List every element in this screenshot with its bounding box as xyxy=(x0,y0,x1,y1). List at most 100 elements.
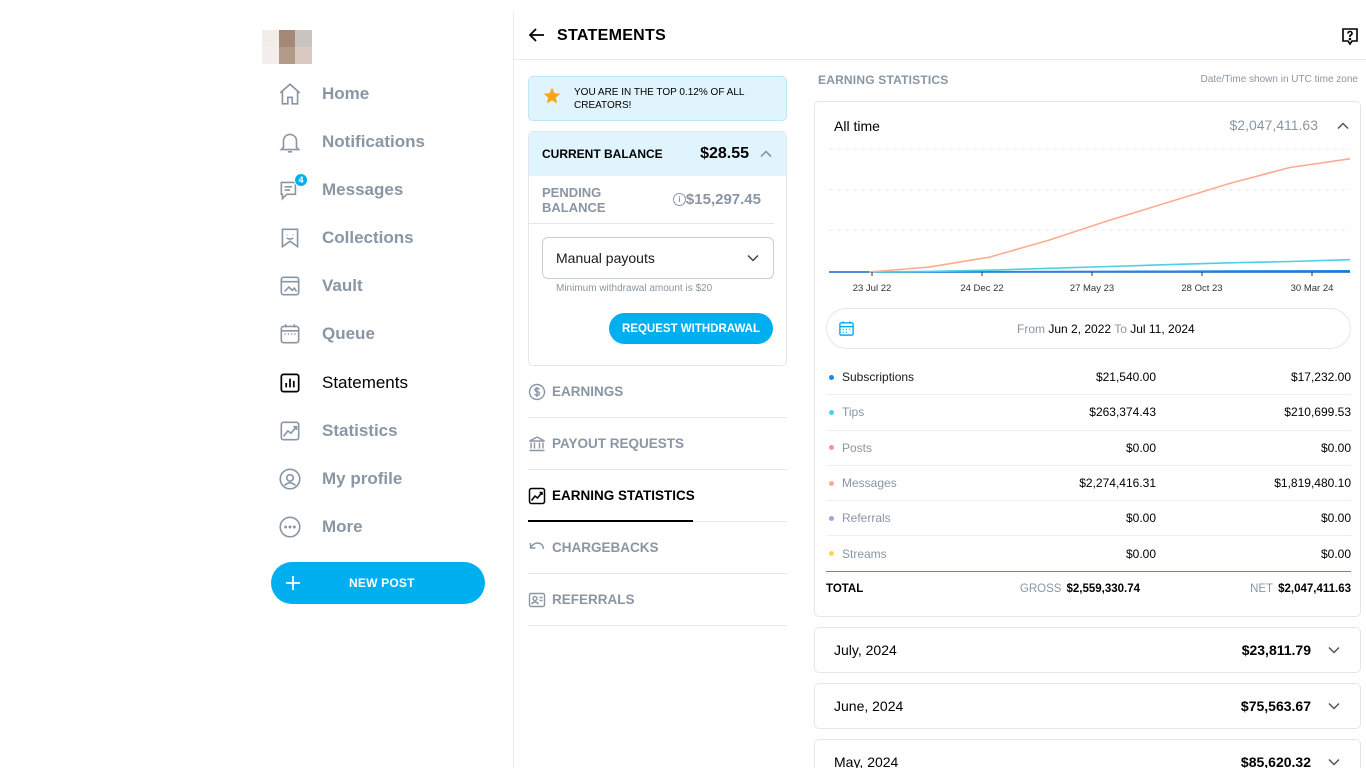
tab-label: PAYOUT REQUESTS xyxy=(552,436,685,451)
sidebar-item-label: Statements xyxy=(322,373,408,392)
page-title: STATEMENTS xyxy=(557,27,667,44)
earnings-row-posts: Posts $0.00 $0.00 xyxy=(826,431,1351,466)
new-post-label: NEW POST xyxy=(349,576,415,590)
sidebar-item-label: Notifications xyxy=(322,132,425,151)
row-name: Posts xyxy=(842,440,873,455)
timezone-note: Date/Time shown in UTC time zone xyxy=(1200,74,1358,85)
payout-mode-value: Manual payouts xyxy=(556,250,655,266)
row-gross: $21,540.00 xyxy=(1095,370,1156,385)
pending-balance-row: PENDING BALANCE i $15,297.45 xyxy=(529,176,774,224)
chart-x-tick-label: 28 Oct 23 xyxy=(1181,283,1222,294)
series-dot xyxy=(829,409,834,415)
row-gross: $0.00 xyxy=(1125,440,1156,455)
image-icon xyxy=(276,272,304,300)
star-icon xyxy=(542,86,562,111)
total-net: NET $2,047,411.63 xyxy=(1250,583,1351,595)
chart-x-tick-label: 27 May 23 xyxy=(1070,283,1114,294)
chevron-down-icon xyxy=(1327,643,1341,657)
earnings-row-streams: Streams $0.00 $0.00 xyxy=(826,536,1351,572)
bookmark-icon xyxy=(276,224,304,252)
current-balance-header[interactable]: CURRENT BALANCE $28.55 xyxy=(529,132,786,176)
total-gross-value: $2,559,330.74 xyxy=(1066,582,1140,595)
period-total: $2,047,411.63 xyxy=(1229,117,1319,133)
sidebar-item-label: My profile xyxy=(322,469,403,488)
info-icon[interactable]: i xyxy=(673,193,686,206)
tab-chargebacks[interactable]: CHARGEBACKS xyxy=(528,522,787,574)
sidebar-item-label: Queue xyxy=(322,324,375,343)
row-net: $0.00 xyxy=(1320,511,1351,526)
sidebar-item-statements[interactable]: Statements xyxy=(276,363,408,403)
tab-earning-statistics[interactable]: EARNING STATISTICS xyxy=(528,470,787,522)
total-gross: GROSS $2,559,330.74 xyxy=(926,583,1140,595)
month-label: May, 2024 xyxy=(834,754,899,768)
trend-icon xyxy=(276,417,304,445)
chevron-up-icon[interactable] xyxy=(1336,119,1350,133)
month-row-may-2024[interactable]: May, 2024 $85,620.32 xyxy=(814,739,1361,768)
sidebar-item-statistics[interactable]: Statistics xyxy=(276,411,398,451)
row-name: Referrals xyxy=(842,511,891,526)
pending-balance-value: $15,297.45 xyxy=(685,191,761,208)
more-icon xyxy=(276,513,304,541)
earnings-breakdown: Subscriptions $21,540.00 $17,232.00 Tips… xyxy=(826,360,1351,606)
payout-mode-select[interactable]: Manual payouts xyxy=(542,237,774,279)
row-gross: $263,374.43 xyxy=(1089,405,1156,420)
chart-x-tick-label: 24 Dec 22 xyxy=(960,283,1003,294)
row-net: $17,232.00 xyxy=(1290,370,1351,385)
tab-label: EARNINGS xyxy=(552,384,624,399)
tab-referrals[interactable]: REFERRALS xyxy=(528,574,787,626)
date-from-label: From xyxy=(1017,321,1045,336)
earnings-row-tips: Tips $263,374.43 $210,699.53 xyxy=(826,395,1351,431)
sidebar-item-label: Collections xyxy=(322,228,414,247)
sidebar-item-more[interactable]: More xyxy=(276,507,363,547)
dollar-circle-icon xyxy=(528,383,546,401)
tab-label: EARNING STATISTICS xyxy=(552,488,695,503)
sidebar-item-collections[interactable]: Collections xyxy=(276,218,414,258)
date-range-picker[interactable]: From Jun 2, 2022 To Jul 11, 2024 xyxy=(826,308,1351,349)
earnings-row-subscriptions: Subscriptions $21,540.00 $17,232.00 xyxy=(826,360,1351,396)
sidebar-item-label: More xyxy=(322,517,363,536)
month-row-june-2024[interactable]: June, 2024 $75,563.67 xyxy=(814,683,1361,729)
tab-label: CHARGEBACKS xyxy=(552,540,659,555)
tab-payout-requests[interactable]: PAYOUT REQUESTS xyxy=(528,418,787,470)
earnings-total-row: TOTAL GROSS $2,559,330.74 NET $2,047,411.6… xyxy=(826,570,1351,606)
sidebar-item-label: Vault xyxy=(322,276,363,295)
chart-x-tick-label: 23 Jul 22 xyxy=(853,283,892,294)
section-title: EARNING STATISTICS xyxy=(818,73,949,87)
new-post-button[interactable]: NEW POST xyxy=(271,562,485,604)
sidebar-item-my-profile[interactable]: My profile xyxy=(276,459,402,499)
earnings-row-messages: Messages $2,274,416.31 $1,819,480.10 xyxy=(826,466,1351,502)
bell-icon xyxy=(276,128,304,156)
chart-x-tick-label: 30 Mar 24 xyxy=(1291,283,1334,294)
sidebar-item-label: Statistics xyxy=(322,421,398,440)
row-gross: $0.00 xyxy=(1125,546,1156,561)
calendar-icon xyxy=(276,320,304,348)
back-arrow-icon[interactable] xyxy=(528,26,546,44)
bar-chart-icon xyxy=(276,369,304,397)
top-creator-text: YOU ARE IN THE TOP 0.12% OF ALL CREATORS… xyxy=(574,86,745,111)
total-net-value: $2,047,411.63 xyxy=(1278,582,1351,595)
user-icon xyxy=(276,465,304,493)
current-balance-label: CURRENT BALANCE xyxy=(542,147,663,161)
row-net: $0.00 xyxy=(1320,440,1351,455)
avatar[interactable] xyxy=(262,30,312,64)
month-label: July, 2024 xyxy=(834,642,897,658)
undo-icon xyxy=(528,539,546,557)
sidebar: Home Notifications 4 Messages Collection… xyxy=(262,0,512,768)
sidebar-item-notifications[interactable]: Notifications xyxy=(276,122,425,162)
sidebar-item-queue[interactable]: Queue xyxy=(276,314,375,354)
row-name: Subscriptions xyxy=(842,370,915,385)
message-icon: 4 xyxy=(276,173,308,204)
sidebar-item-home[interactable]: Home xyxy=(276,74,369,114)
sidebar-item-vault[interactable]: Vault xyxy=(276,266,363,306)
all-time-card: All time $2,047,411.63 23 Jul 22 24 Dec 2… xyxy=(814,101,1361,617)
request-withdrawal-button[interactable]: REQUEST WITHDRAWAL xyxy=(609,313,773,344)
balance-panel: YOU ARE IN THE TOP 0.12% OF ALL CREATORS… xyxy=(528,76,787,366)
chevron-down-icon xyxy=(1327,755,1341,768)
tab-earnings[interactable]: EARNINGS xyxy=(528,366,787,418)
gross-label: GROSS xyxy=(1019,582,1062,595)
sidebar-item-messages[interactable]: 4 Messages xyxy=(276,170,403,210)
statements-sub-nav: EARNINGS PAYOUT REQUESTS EARNING STATIST… xyxy=(528,366,787,626)
chart-series-line xyxy=(868,158,1350,273)
help-icon[interactable] xyxy=(1340,26,1360,46)
month-row-july-2024[interactable]: July, 2024 $23,811.79 xyxy=(814,627,1361,673)
